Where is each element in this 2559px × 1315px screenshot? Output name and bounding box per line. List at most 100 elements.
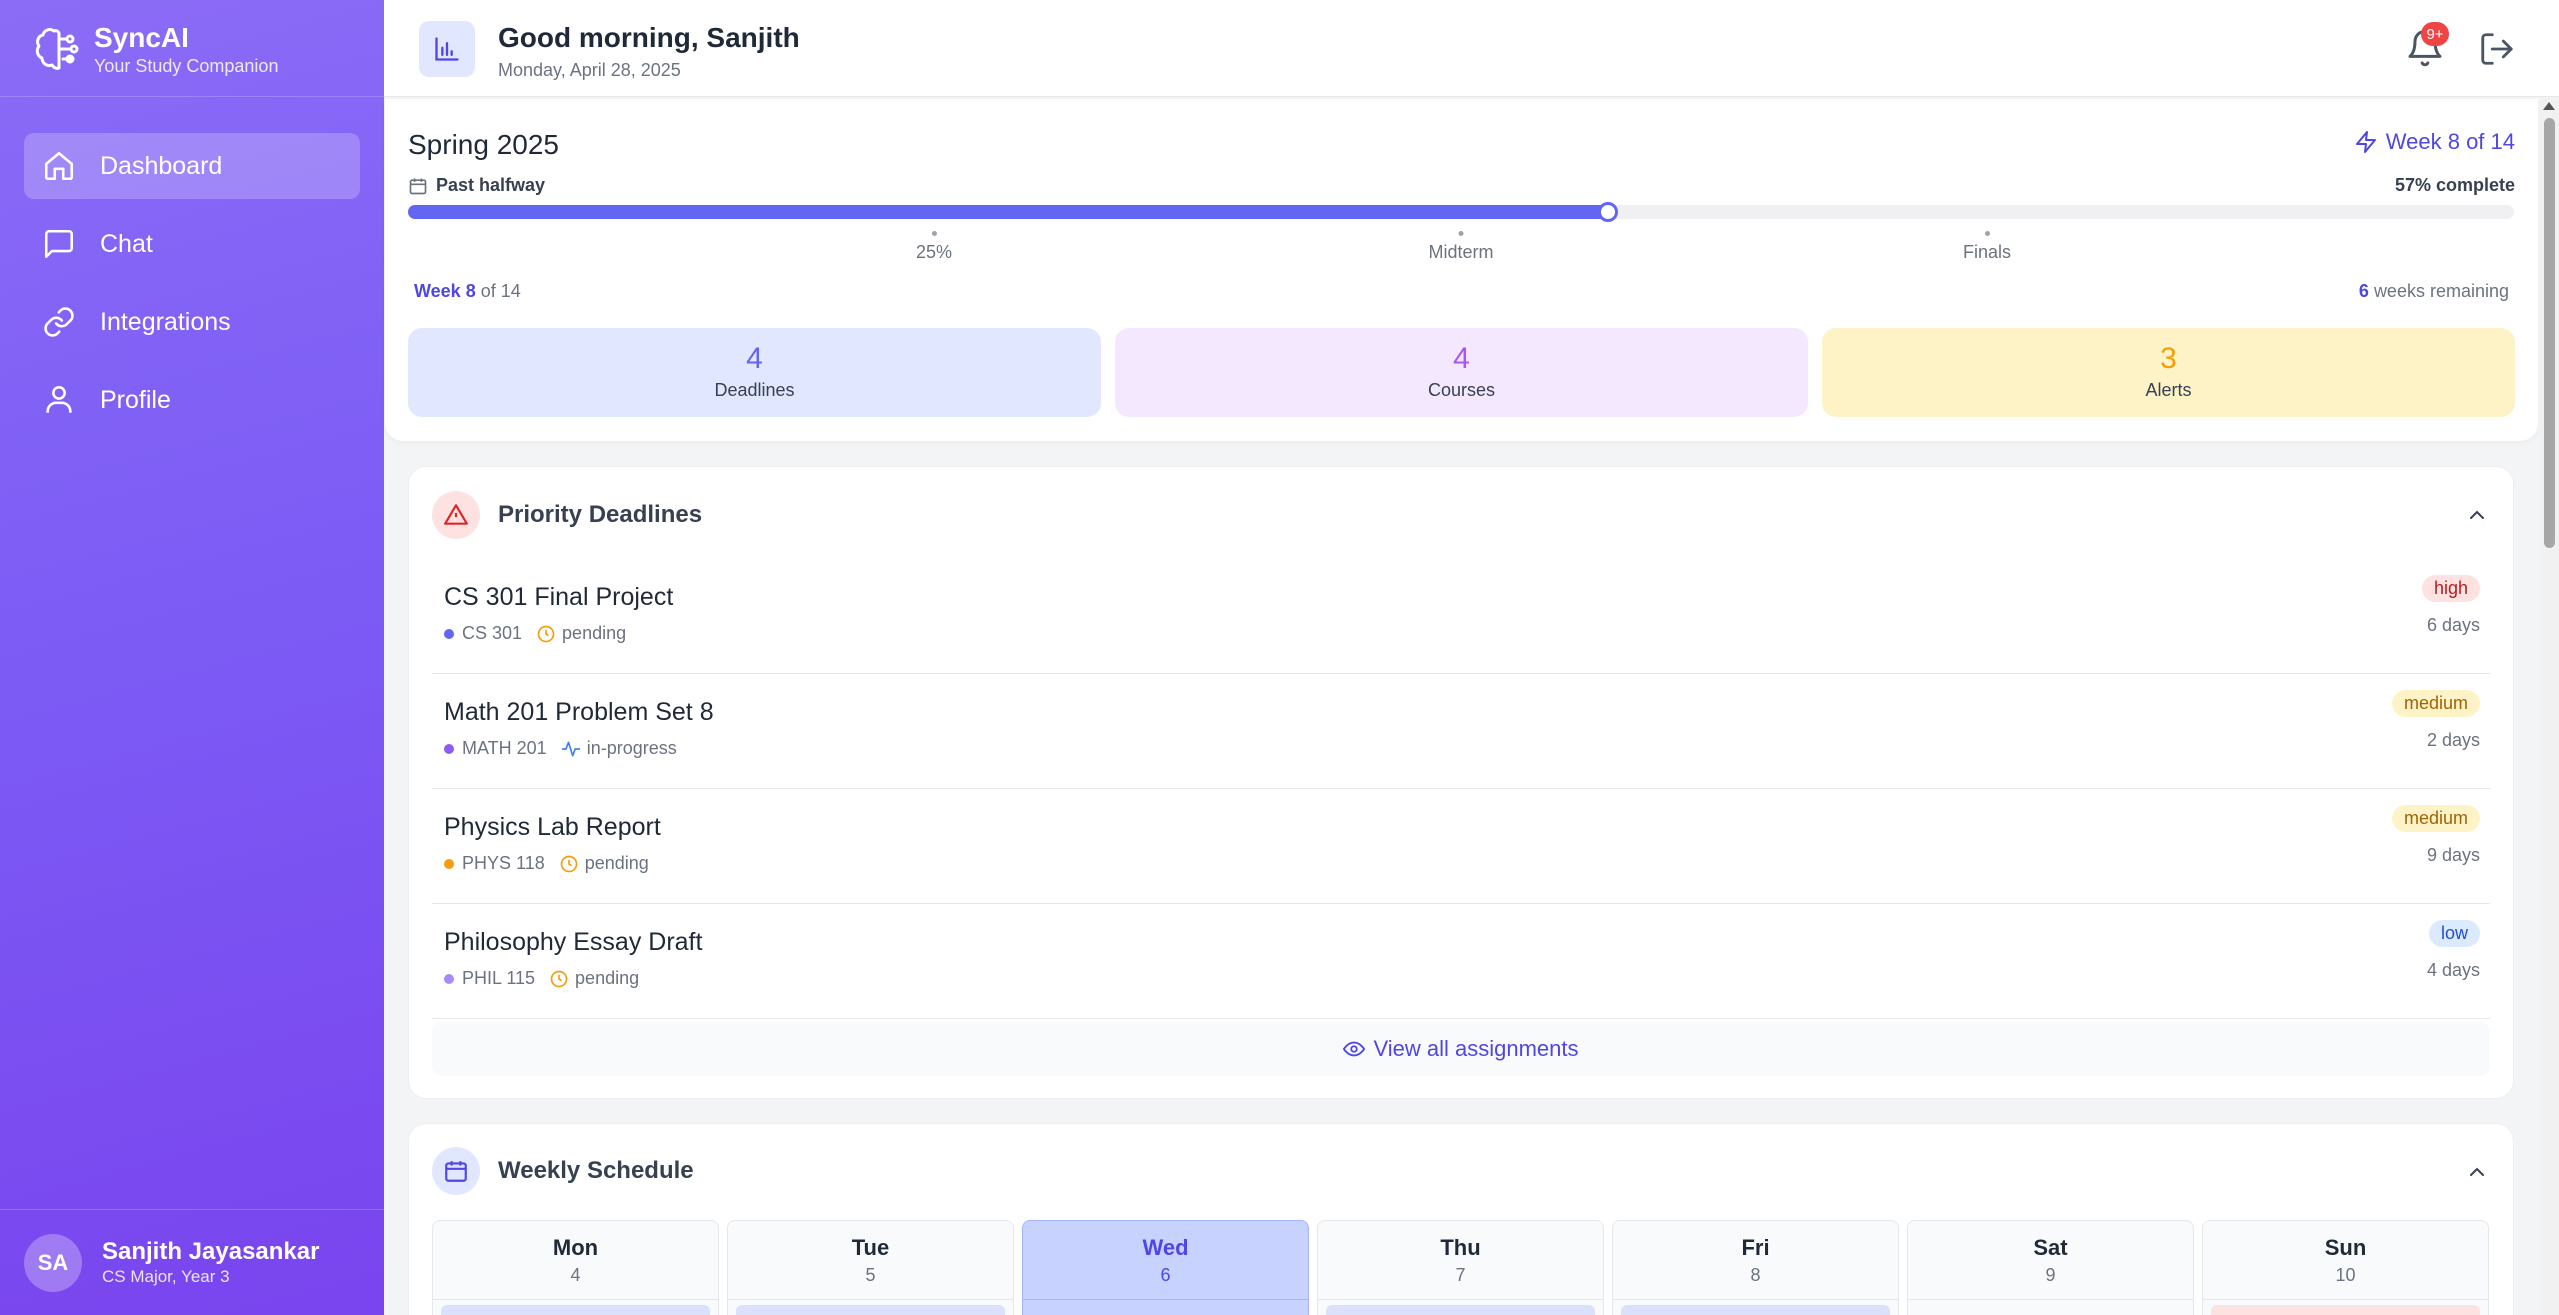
stat-deadlines[interactable]: 4 Deadlines (408, 328, 1101, 417)
user-icon (46, 385, 72, 413)
day-column-sat[interactable]: Sat 9 (1907, 1220, 2194, 1315)
brand[interactable]: SyncAI Your Study Companion (34, 22, 278, 78)
view-all-label: View all assignments (1373, 1036, 1579, 1061)
day-column-thu[interactable]: Thu 7 (1317, 1220, 1604, 1315)
schedule-header[interactable]: Weekly Schedule (432, 1147, 694, 1195)
app-name: SyncAI (94, 22, 189, 53)
activity-icon (561, 741, 580, 756)
deadline-status: pending (584, 853, 649, 873)
chevron-up-icon[interactable] (2465, 1160, 2489, 1184)
view-all-assignments-button[interactable]: View all assignments (432, 1022, 2490, 1076)
course-color-dot (444, 628, 454, 639)
schedule-event[interactable] (736, 1305, 1005, 1315)
chat-icon (44, 229, 74, 259)
day-column-tue[interactable]: Tue 5 (727, 1220, 1014, 1315)
day-number: 5 (865, 1265, 876, 1285)
sidebar-item-label: Chat (100, 229, 153, 258)
home-icon (44, 151, 74, 181)
semester-title: Spring 2025 (408, 129, 560, 160)
semester-status: Past halfway (408, 175, 545, 196)
schedule-event[interactable] (1621, 1305, 1890, 1315)
deadline-item[interactable]: Physics Lab Report PHYS 118 pending medi… (432, 789, 2490, 904)
progress-knob (1598, 202, 1619, 222)
day-column-fri[interactable]: Fri 8 (1612, 1220, 1899, 1315)
progress-fill (408, 205, 1609, 219)
chevron-up-icon[interactable] (2465, 503, 2489, 527)
deadline-item[interactable]: CS 301 Final Project CS 301 pending high… (432, 559, 2490, 674)
sidebar-item-label: Integrations (100, 307, 231, 336)
scrollbar-thumb[interactable] (2544, 118, 2555, 548)
top-header: Good morning, Sanjith Monday, April 28, … (384, 0, 2559, 97)
day-number: 6 (1160, 1265, 1171, 1285)
sidebar-item-label: Dashboard (100, 151, 223, 180)
weekly-schedule-card: Weekly Schedule Mon 4 Tue 5 Wed 6 Thu 7 … (408, 1123, 2514, 1315)
schedule-event[interactable] (441, 1305, 710, 1315)
day-number: 10 (2335, 1265, 2356, 1285)
current-date: Monday, April 28, 2025 (498, 60, 681, 80)
deadline-item[interactable]: Math 201 Problem Set 8 MATH 201 in-progr… (432, 674, 2490, 789)
day-name: Wed (1142, 1235, 1189, 1260)
semester-progress-card: Spring 2025 Week 8 of 14 Past halfway 57… (385, 99, 2538, 441)
deadline-status: pending (562, 623, 627, 643)
semester-progress-bar (408, 202, 2514, 222)
day-name: Sun (2324, 1235, 2367, 1260)
day-column-wed[interactable]: Wed 6 (1022, 1220, 1309, 1315)
week-of-total: Week 8 of 14 (414, 281, 521, 301)
sidebar-divider (0, 1209, 384, 1210)
link-icon (44, 307, 74, 337)
day-column-sun[interactable]: Sun 10 (2202, 1220, 2489, 1315)
schedule-event[interactable] (2211, 1305, 2480, 1315)
schedule-event[interactable] (1326, 1305, 1595, 1315)
sidebar-item-integrations[interactable]: Integrations (24, 289, 360, 355)
day-name: Sat (2033, 1235, 2068, 1260)
days-remaining: 2 days (2426, 730, 2480, 750)
day-name: Tue (851, 1235, 890, 1260)
stat-courses[interactable]: 4 Courses (1115, 328, 1808, 417)
sidebar-item-profile[interactable]: Profile (24, 367, 360, 433)
completion-label: 57% complete (2394, 175, 2515, 195)
logout-icon[interactable] (2478, 30, 2516, 68)
stat-alerts[interactable]: 3 Alerts (1822, 328, 2515, 417)
user-role: CS Major, Year 3 (102, 1267, 230, 1286)
days-remaining: 9 days (2426, 845, 2480, 865)
course-color-dot (444, 973, 454, 984)
avatar: SA (24, 1234, 82, 1292)
chart-icon (419, 21, 475, 77)
weeks-remaining: 6 weeks remaining (2358, 281, 2509, 301)
priority-badge: medium (2391, 805, 2480, 832)
day-number: 4 (570, 1265, 581, 1285)
milestone-quarter: 25% (916, 231, 952, 263)
milestone-finals: Finals (1963, 231, 2011, 263)
warning-icon (432, 491, 480, 539)
scroll-up-arrow-icon[interactable] (2543, 102, 2555, 110)
days-remaining: 6 days (2426, 615, 2480, 635)
day-number: 7 (1455, 1265, 1466, 1285)
page-title: Good morning, Sanjith (498, 22, 800, 53)
card-title: Weekly Schedule (498, 1157, 694, 1184)
schedule-event[interactable] (1031, 1305, 1300, 1315)
sidebar-item-chat[interactable]: Chat (24, 211, 360, 277)
day-name: Thu (1440, 1235, 1481, 1260)
stat-label: Alerts (2145, 380, 2192, 400)
sidebar-item-dashboard[interactable]: Dashboard (24, 133, 360, 199)
calendar-icon (409, 178, 427, 194)
deadline-status: pending (575, 968, 640, 988)
day-number: 8 (1750, 1265, 1761, 1285)
week-indicator: Week 8 of 14 (2354, 129, 2515, 155)
user-name: Sanjith Jayasankar (102, 1238, 320, 1265)
deadline-status: in-progress (586, 738, 677, 758)
priority-deadlines-card: Priority Deadlines CS 301 Final Project … (408, 466, 2514, 1099)
day-number: 9 (2045, 1265, 2056, 1285)
sidebar-divider (0, 96, 384, 97)
card-title: Priority Deadlines (498, 501, 703, 528)
deadline-item[interactable]: Philosophy Essay Draft PHIL 115 pending … (432, 904, 2490, 1019)
user-card[interactable]: SA Sanjith Jayasankar CS Major, Year 3 (24, 1234, 319, 1292)
brain-icon (35, 28, 79, 70)
priority-badge: high (2421, 575, 2480, 602)
day-name: Fri (1741, 1235, 1770, 1260)
eye-icon (1343, 1041, 1366, 1057)
stat-value: 3 (2160, 342, 2177, 375)
day-column-mon[interactable]: Mon 4 (432, 1220, 719, 1315)
course-code: CS 301 (462, 623, 523, 643)
deadlines-header[interactable]: Priority Deadlines (432, 491, 702, 539)
